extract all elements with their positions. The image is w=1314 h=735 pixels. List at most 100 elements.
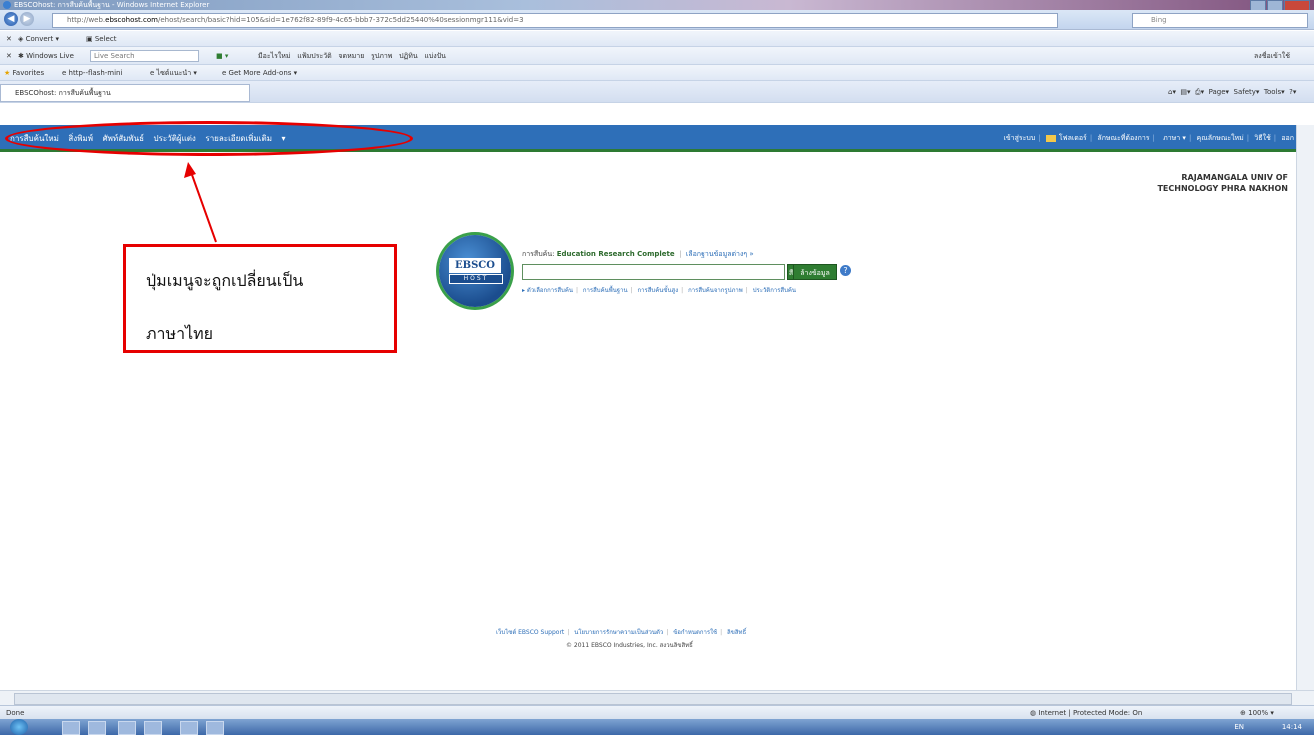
- searching-label: การสืบค้น:: [522, 250, 555, 258]
- tools-menu[interactable]: Tools: [1264, 88, 1281, 96]
- signin-link[interactable]: ลงชื่อเข้าใช้: [1254, 47, 1290, 65]
- browser-search-input[interactable]: Bing: [1132, 13, 1308, 28]
- footer-links: เว็บไซต์ EBSCO Support | นโยบายการรักษาคว…: [496, 629, 747, 636]
- help-icon[interactable]: ?: [840, 265, 851, 276]
- window-controls: [1250, 0, 1310, 11]
- nav-help[interactable]: วิธีใช้: [1254, 134, 1270, 142]
- start-button[interactable]: [10, 719, 28, 735]
- callout-text: ปุ่มเมนูจะถูกเปลี่ยนเป็น: [146, 271, 304, 290]
- safety-menu[interactable]: Safety: [1234, 88, 1256, 96]
- basic-search-link[interactable]: การสืบค้นพื้นฐาน: [583, 287, 628, 294]
- favorites-label: Favorites: [12, 69, 45, 77]
- live-link[interactable]: แฟ้มประวัติ: [297, 52, 332, 60]
- footer-link[interactable]: นโยบายการรักษาความเป็นส่วนตัว: [574, 629, 663, 636]
- command-bar: ⌂▾ ▤▾ ⎙▾ Page▾ Safety▾ Tools▾ ?▾: [1168, 88, 1297, 96]
- window-title-bar: EBSCOhost: การสืบค้นพื้นฐาน - Windows In…: [0, 0, 1314, 11]
- favorites-button[interactable]: ★ Favorites: [4, 65, 44, 81]
- taskbar-app-icon[interactable]: [206, 721, 224, 735]
- convert-toolbar: ✕ ◈ Convert ▾ ▣ Select: [0, 31, 1314, 47]
- institution-line: TECHNOLOGY PHRA NAKHON: [1157, 184, 1288, 193]
- convert-label: Convert: [25, 35, 54, 43]
- select-button[interactable]: ▣ Select: [86, 31, 116, 47]
- vertical-scrollbar[interactable]: [1296, 125, 1314, 690]
- live-link[interactable]: รูปภาพ: [371, 52, 392, 60]
- tab-ebscohost[interactable]: EBSCOhost: การสืบค้นพื้นฐาน: [0, 84, 250, 102]
- nav-exit[interactable]: ออก: [1281, 134, 1294, 142]
- feeds-icon[interactable]: ▤▾: [1180, 88, 1190, 96]
- convert-button[interactable]: ◈ Convert ▾: [18, 31, 59, 47]
- search-history-link[interactable]: ประวัติการสืบค้น: [753, 287, 796, 294]
- tab-label: EBSCOhost: การสืบค้นพื้นฐาน: [15, 89, 111, 97]
- live-link[interactable]: แบ่งปัน: [424, 52, 446, 60]
- taskbar-ie-icon[interactable]: [118, 721, 136, 735]
- choose-databases-link[interactable]: เลือกฐานข้อมูลต่างๆ »: [686, 250, 754, 258]
- favorite-item[interactable]: e ไซต์แนะนำ ▾: [150, 65, 197, 81]
- zoom-control[interactable]: ⊕ 100% ▾: [1240, 706, 1274, 720]
- nav-preferences[interactable]: ลักษณะที่ต้องการ: [1097, 134, 1149, 142]
- clear-button[interactable]: ล้างข้อมูล: [793, 264, 837, 280]
- toolbar-close-icon[interactable]: ✕: [6, 31, 12, 47]
- live-search-go-icon[interactable]: ■ ▾: [216, 47, 228, 65]
- taskbar-app-icon[interactable]: [88, 721, 106, 735]
- footer-link[interactable]: ลิขสิทธิ์: [727, 629, 746, 636]
- globe-icon: ◍: [1030, 709, 1037, 717]
- clock[interactable]: 14:14: [1282, 719, 1302, 735]
- image-search-link[interactable]: การสืบค้นจากรูปภาพ: [688, 287, 743, 294]
- nav-languages[interactable]: ภาษา ▾: [1160, 134, 1186, 142]
- star-icon: ★: [4, 69, 11, 77]
- taskbar-app-icon[interactable]: [180, 721, 198, 735]
- advanced-search-link[interactable]: การสืบค้นขั้นสูง: [638, 287, 679, 294]
- select-label: Select: [94, 35, 117, 43]
- windows-taskbar: EN 14:14: [0, 719, 1314, 735]
- url-prefix: http://web.: [67, 16, 106, 24]
- favorite-item[interactable]: e http--flash-mini: [62, 65, 122, 81]
- taskbar-app-icon[interactable]: [62, 721, 80, 735]
- language-indicator[interactable]: EN: [1234, 719, 1244, 735]
- database-line: การสืบค้น: Education Research Complete |…: [522, 250, 754, 258]
- favorites-bar: ★ Favorites e http--flash-mini e ไซต์แนะ…: [0, 65, 1314, 81]
- zone-label: Internet | Protected Mode: On: [1038, 709, 1143, 717]
- window-title: EBSCOhost: การสืบค้นพื้นฐาน - Windows In…: [14, 1, 210, 9]
- search-options-links: ▸ ตัวเลือกการสืบค้น | การสืบค้นพื้นฐาน | ก…: [522, 287, 797, 294]
- footer-link[interactable]: เว็บไซต์ EBSCO Support: [496, 629, 564, 636]
- nav-folder[interactable]: โฟลเดอร์: [1059, 134, 1087, 142]
- windows-live-toolbar: ✕ ✱ Windows Live Live Search ■ ▾ มีอะไรใ…: [0, 47, 1314, 65]
- live-link[interactable]: ปฏิทิน: [399, 52, 418, 60]
- windows-live-button[interactable]: ✱ Windows Live: [18, 47, 74, 65]
- horizontal-scrollbar[interactable]: [0, 690, 1314, 705]
- zoom-icon: ⊕: [1240, 709, 1246, 717]
- footer-link[interactable]: ข้อกำหนดการใช้: [673, 629, 717, 636]
- live-search-input[interactable]: Live Search: [90, 50, 199, 62]
- toolbar-close-icon[interactable]: ✕: [6, 47, 12, 65]
- home-icon[interactable]: ⌂▾: [1168, 88, 1176, 96]
- status-text: Done: [6, 709, 25, 717]
- favorite-item[interactable]: e Get More Add-ons ▾: [222, 65, 297, 81]
- nav-sign-in[interactable]: เข้าสู่ระบบ: [1004, 134, 1036, 142]
- folder-icon: [1045, 134, 1056, 142]
- search-options-link[interactable]: ▸ ตัวเลือกการสืบค้น: [522, 287, 573, 294]
- zone-status[interactable]: ◍ Internet | Protected Mode: On: [1030, 706, 1142, 720]
- back-button[interactable]: ◀: [4, 12, 18, 26]
- nav-new-features[interactable]: คุณลักษณะใหม่: [1197, 134, 1244, 142]
- address-field[interactable]: http://web.ebscohost.com/ehost/search/ba…: [52, 13, 1058, 28]
- favorite-label: http--flash-mini: [68, 69, 123, 77]
- url-rest: /ehost/search/basic?hid=105&sid=1e762f82…: [157, 16, 524, 24]
- pdf-icon: ◈: [18, 35, 24, 43]
- database-name: Education Research Complete: [556, 250, 675, 258]
- search-input[interactable]: [522, 264, 785, 280]
- zoom-label: 100%: [1248, 709, 1269, 717]
- scroll-thumb[interactable]: [14, 693, 1292, 705]
- taskbar-app-icon[interactable]: [144, 721, 162, 735]
- print-icon[interactable]: ⎙▾: [1195, 88, 1204, 96]
- ie-icon: [3, 1, 11, 9]
- page-menu[interactable]: Page: [1209, 88, 1226, 96]
- nav-languages-label: ภาษา: [1163, 134, 1181, 142]
- tab-row: EBSCOhost: การสืบค้นพื้นฐาน ⌂▾ ▤▾ ⎙▾ Pag…: [0, 81, 1314, 103]
- live-link[interactable]: มีอะไรใหม่: [258, 52, 291, 60]
- live-link[interactable]: จดหมาย: [338, 52, 364, 60]
- favorite-label: Get More Add-ons: [228, 69, 292, 77]
- ie-page-icon: e: [62, 69, 67, 77]
- forward-button[interactable]: ▶: [20, 12, 34, 26]
- help-icon[interactable]: ?▾: [1289, 88, 1296, 96]
- url-host: ebscohost.com: [105, 16, 158, 24]
